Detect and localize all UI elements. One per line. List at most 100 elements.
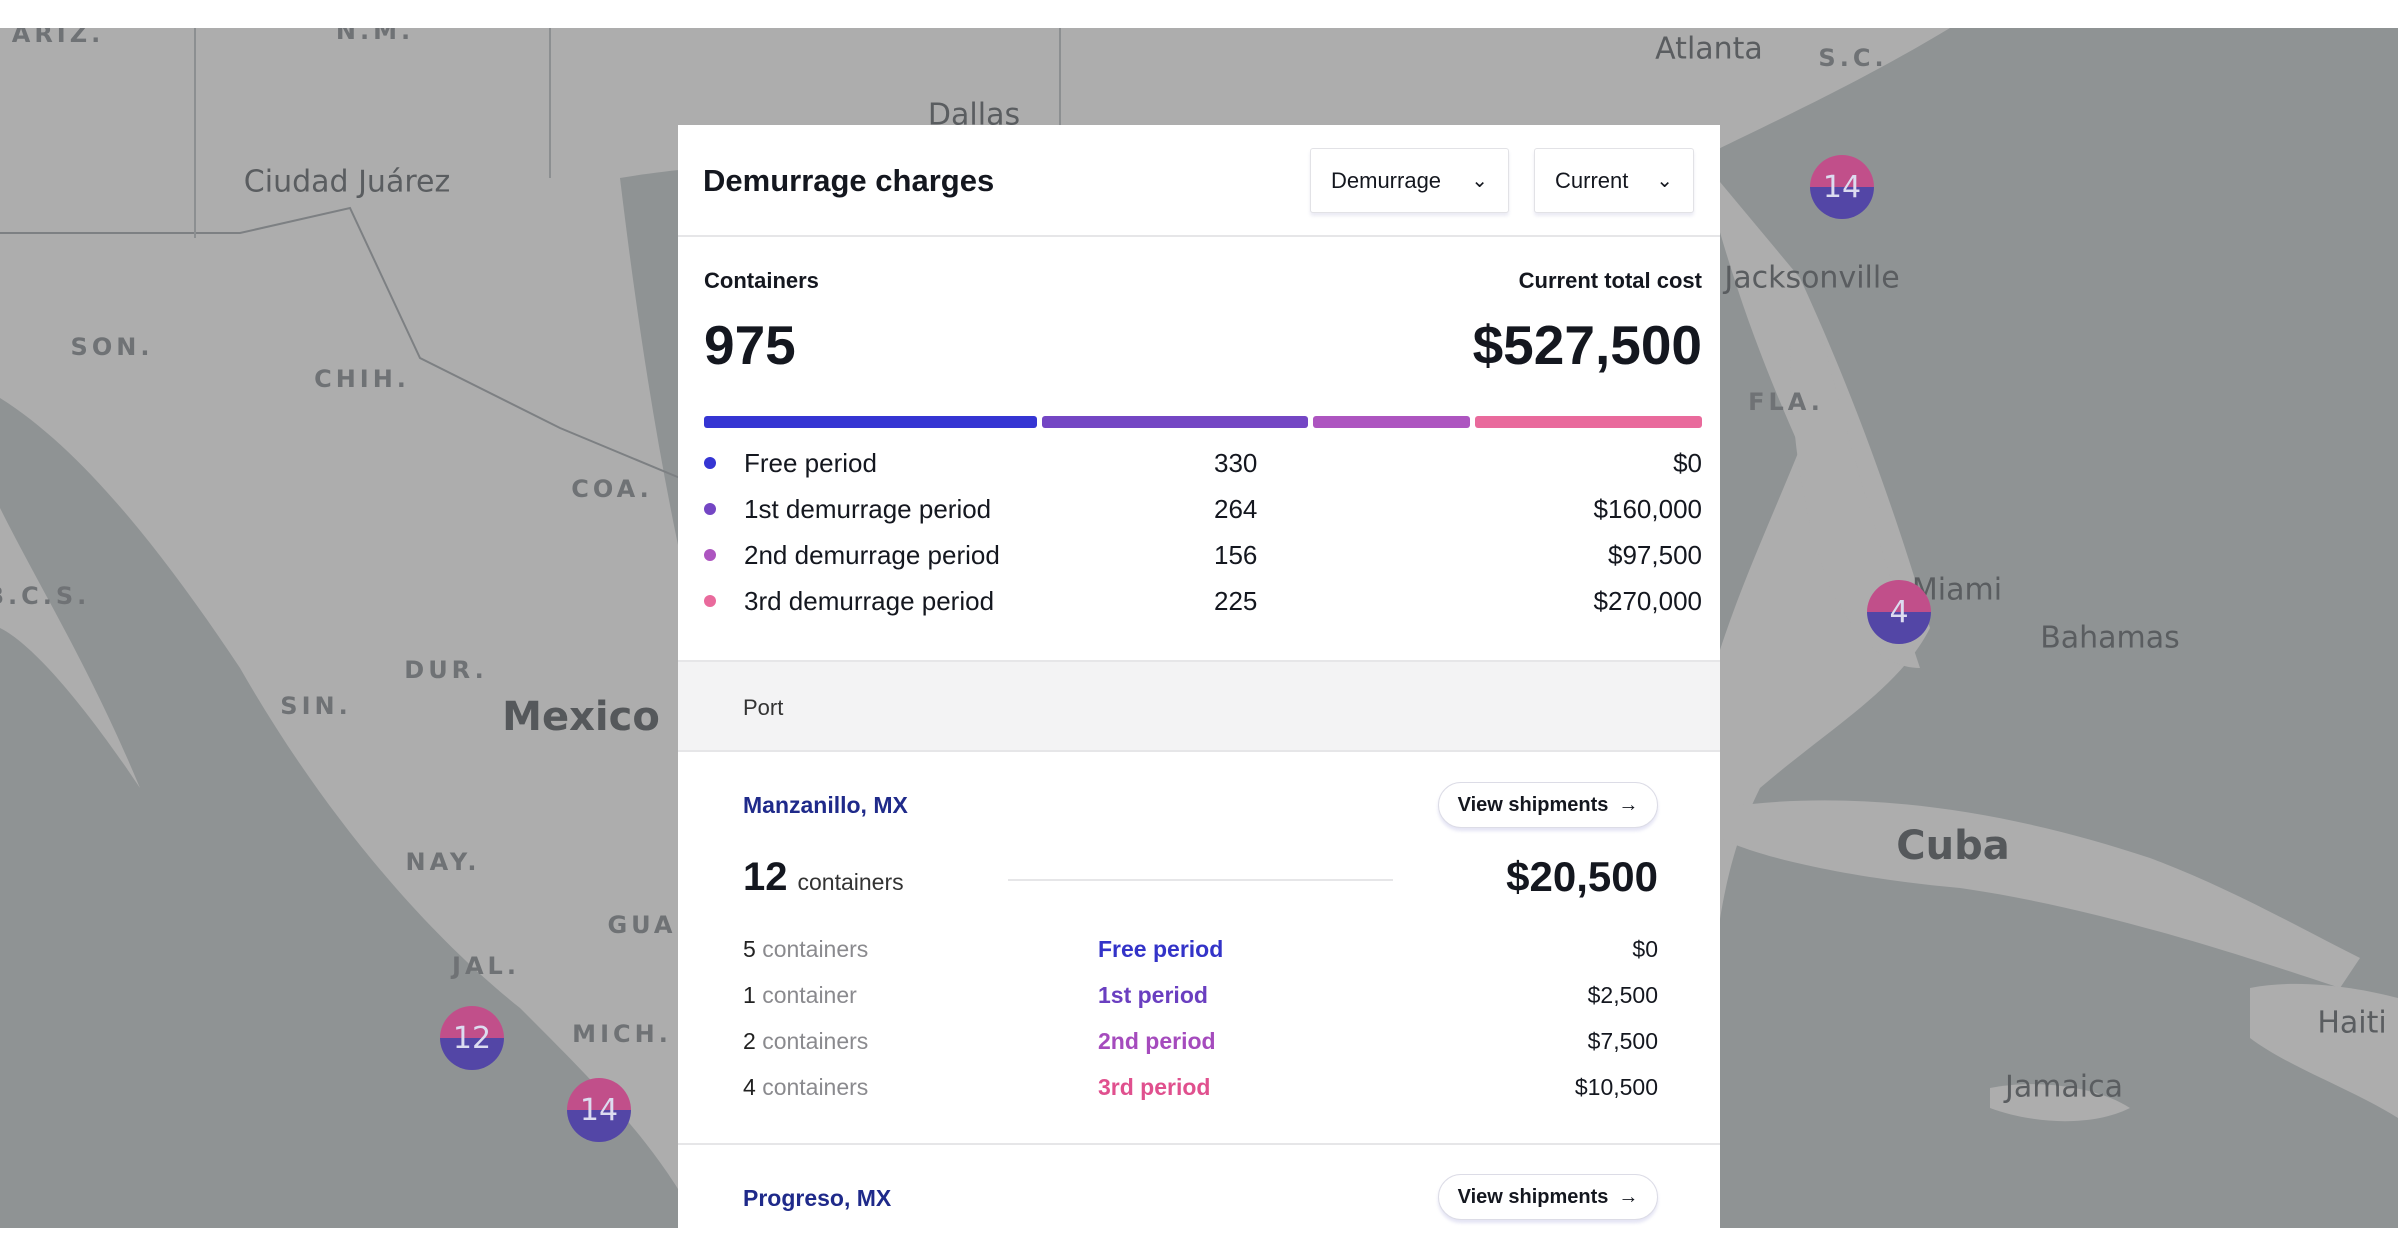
- row-period: Free period: [1098, 935, 1224, 962]
- row-unit: container: [762, 981, 857, 1008]
- bar-segment: [1041, 416, 1308, 428]
- row-period: 2nd period: [1098, 1027, 1216, 1054]
- map-cluster-marker[interactable]: 12: [440, 1006, 504, 1070]
- map-label: SIN.: [280, 692, 352, 720]
- row-count: 5: [743, 935, 756, 962]
- map-label: B.C.S.: [0, 582, 91, 610]
- period-label: Free period: [744, 447, 877, 478]
- legend-dot-icon: [704, 549, 716, 561]
- map-label: Cuba: [1896, 823, 2010, 869]
- row-unit: containers: [762, 1073, 869, 1100]
- legend-row: 3rd demurrage period 225 $270,000: [704, 581, 1702, 621]
- map-cluster-marker[interactable]: 14: [567, 1078, 631, 1142]
- map-label: Haiti: [2317, 1005, 2387, 1041]
- map-label: FLA.: [1748, 388, 1824, 416]
- period-cost: $160,000: [1593, 493, 1702, 524]
- row-unit: containers: [762, 1027, 869, 1054]
- panel-title: Demurrage charges: [703, 163, 995, 198]
- map-label: SON.: [70, 333, 154, 361]
- view-shipments-button[interactable]: View shipments →: [1438, 782, 1658, 828]
- arrow-right-icon: →: [1618, 1185, 1639, 1208]
- legend-dot-icon: [704, 595, 716, 607]
- map-cluster-marker[interactable]: 14: [1810, 155, 1874, 219]
- port-container-summary: 12 containers: [743, 855, 904, 900]
- arrow-right-icon: →: [1618, 793, 1639, 816]
- map-label: GUA: [607, 911, 677, 939]
- row-cost: $2,500: [1587, 981, 1658, 1008]
- period-cost: $270,000: [1593, 585, 1702, 616]
- port-period-row: 2 containers 2nd period $7,500: [743, 1023, 1658, 1059]
- type-dropdown-value: Demurrage: [1331, 167, 1442, 193]
- map-label: Ciudad Juárez: [243, 164, 451, 200]
- cost-label: Current total cost: [1518, 268, 1702, 293]
- row-period: 1st period: [1098, 981, 1208, 1008]
- demurrage-panel: Demurrage charges Demurrage ⌄ Current ⌄ …: [678, 125, 1720, 1228]
- port-container-unit: containers: [797, 869, 904, 895]
- map-label: MICH.: [572, 1020, 672, 1048]
- period-label: 1st demurrage period: [744, 493, 992, 524]
- row-period: 3rd period: [1098, 1073, 1211, 1100]
- map-label: COA.: [571, 475, 653, 503]
- row-cost: $7,500: [1587, 1027, 1658, 1054]
- row-cost: $10,500: [1574, 1073, 1658, 1100]
- view-shipments-label: View shipments: [1457, 793, 1609, 816]
- period-distribution-bar: [704, 416, 1702, 428]
- period-count: 330: [1214, 447, 1258, 478]
- panel-header: Demurrage charges Demurrage ⌄ Current ⌄: [678, 125, 1720, 237]
- map-label: Atlanta: [1655, 31, 1763, 67]
- map-label: DUR.: [404, 656, 488, 684]
- chevron-down-icon: ⌄: [1471, 170, 1488, 192]
- row-count: 4: [743, 1073, 756, 1100]
- map-cluster-marker[interactable]: 4: [1867, 580, 1931, 644]
- row-count: 2: [743, 1027, 756, 1054]
- map-label: CHIH.: [314, 365, 410, 393]
- map-label: Mexico: [502, 694, 660, 740]
- time-dropdown[interactable]: Current ⌄: [1534, 148, 1694, 213]
- map-label: ARIZ.: [11, 28, 105, 48]
- port-container-count: 12: [743, 855, 788, 899]
- legend-row: 2nd demurrage period 156 $97,500: [704, 535, 1702, 575]
- map-label: Jamaica: [2004, 1069, 2124, 1105]
- map-label: S.C.: [1818, 44, 1888, 72]
- period-label: 2nd demurrage period: [744, 539, 1000, 570]
- type-dropdown[interactable]: Demurrage ⌄: [1310, 148, 1509, 213]
- port-period-row: 5 containers Free period $0: [743, 931, 1658, 967]
- legend-row: Free period 330 $0: [704, 443, 1702, 483]
- view-shipments-label: View shipments: [1457, 1185, 1609, 1208]
- divider: [678, 1143, 1720, 1145]
- bar-segment: [704, 416, 1037, 428]
- divider: [1008, 879, 1393, 881]
- bar-segment: [1475, 416, 1702, 428]
- view-shipments-button[interactable]: View shipments →: [1438, 1174, 1658, 1220]
- port-name[interactable]: Manzanillo, MX: [743, 792, 908, 819]
- map-label: Jacksonville: [1724, 260, 1900, 296]
- port-column-header: Port: [678, 660, 1720, 752]
- period-count: 264: [1214, 493, 1258, 524]
- row-cost: $0: [1632, 935, 1658, 962]
- map-label: JAL.: [452, 952, 520, 980]
- chevron-down-icon: ⌄: [1656, 170, 1673, 192]
- containers-total: 975: [704, 314, 796, 376]
- map-label: Bahamas: [2040, 620, 2180, 656]
- row-unit: containers: [762, 935, 869, 962]
- period-label: 3rd demurrage period: [744, 585, 995, 616]
- period-count: 225: [1214, 585, 1258, 616]
- map-label: NAY.: [405, 848, 481, 876]
- port-period-row: 1 container 1st period $2,500: [743, 977, 1658, 1013]
- period-cost: $0: [1673, 447, 1702, 478]
- cost-total: $527,500: [1472, 314, 1702, 376]
- map-label: N.M.: [335, 28, 415, 45]
- legend-dot-icon: [704, 503, 716, 515]
- period-count: 156: [1214, 539, 1258, 570]
- legend-row: 1st demurrage period 264 $160,000: [704, 489, 1702, 529]
- port-name[interactable]: Progreso, MX: [743, 1185, 891, 1212]
- port-total-cost: $20,500: [1506, 853, 1658, 900]
- period-cost: $97,500: [1608, 539, 1702, 570]
- containers-label: Containers: [704, 268, 819, 293]
- port-header-label: Port: [743, 695, 784, 720]
- bar-segment: [1312, 416, 1471, 428]
- time-dropdown-value: Current: [1555, 167, 1629, 193]
- row-count: 1: [743, 981, 756, 1008]
- legend-dot-icon: [704, 457, 716, 469]
- port-period-row: 4 containers 3rd period $10,500: [743, 1069, 1658, 1105]
